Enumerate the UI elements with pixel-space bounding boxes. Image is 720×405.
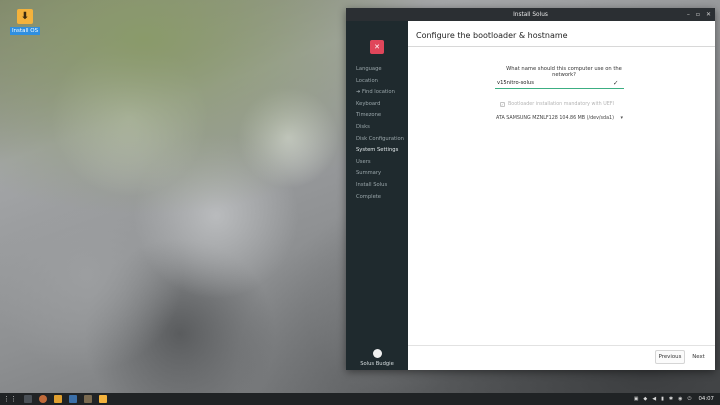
- step-language: Language: [356, 66, 382, 72]
- solus-logo-icon: [372, 349, 382, 358]
- valid-check-icon: ✓: [613, 79, 619, 87]
- minimize-icon[interactable]: –: [687, 11, 690, 18]
- step-system-settings: System Settings: [356, 147, 399, 154]
- step-list: Language Location ➜ Find location Keyboa…: [356, 64, 404, 203]
- desktop-icon-label: Install OS: [9, 27, 41, 35]
- step-install-solus: Install Solus: [356, 181, 388, 188]
- music-app-icon[interactable]: [54, 395, 62, 403]
- network-icon[interactable]: ◉: [678, 396, 682, 402]
- footer-divider: [408, 345, 715, 346]
- installer-sidebar: ✕ Language Location ➜ Find location Keyb…: [346, 21, 408, 370]
- brand-label: Solus Budgie: [360, 361, 394, 367]
- window-title: Install Solus: [513, 11, 548, 18]
- bluetooth-icon[interactable]: ✱: [669, 396, 673, 402]
- hostname-field-wrapper: ✓: [495, 78, 624, 89]
- browser-app-icon[interactable]: [39, 395, 47, 403]
- sidebar-brand: Solus Budgie: [346, 349, 408, 367]
- step-summary: Summary: [356, 170, 382, 177]
- step-disk-configuration: Disk Configuration: [356, 135, 404, 142]
- bottom-panel: ⋮⋮ ▣ ◆ ◀ ▮ ✱ ◉ ⏻ 04:07: [0, 393, 720, 405]
- installer-taskbar-icon[interactable]: [99, 395, 107, 403]
- installer-logo-icon: ✕: [370, 40, 384, 54]
- installer-content: Configure the bootloader & hostname What…: [408, 21, 715, 370]
- step-complete: Complete: [356, 193, 382, 200]
- close-icon[interactable]: ✕: [706, 11, 711, 18]
- hostname-input[interactable]: [495, 80, 613, 86]
- documents-app-icon[interactable]: [84, 395, 92, 403]
- battery-icon[interactable]: ▮: [661, 396, 664, 402]
- volume-icon[interactable]: ◀: [652, 396, 656, 402]
- download-icon: ⬇: [17, 9, 33, 24]
- checkbox-check-icon: ✓: [500, 102, 505, 107]
- screenshot-icon[interactable]: ▣: [634, 396, 639, 402]
- window-titlebar[interactable]: Install Solus – ▫ ✕: [346, 8, 715, 21]
- bootloader-checkbox: ✓ Bootloader installation mandatory with…: [500, 102, 614, 107]
- step-timezone: Timezone: [356, 112, 382, 119]
- clock[interactable]: 04:07: [698, 396, 714, 402]
- desktop-icon-install-os[interactable]: ⬇ Install OS: [9, 9, 41, 35]
- dropdown-caret-icon: ▾: [620, 115, 623, 121]
- power-icon[interactable]: ⏻: [687, 396, 691, 402]
- page-title: Configure the bootloader & hostname: [416, 31, 568, 40]
- next-button[interactable]: Next: [687, 350, 710, 364]
- previous-button[interactable]: Previous: [655, 350, 685, 364]
- step-location: Location: [356, 77, 378, 84]
- step-keyboard: Keyboard: [356, 100, 381, 107]
- bootloader-disk-select[interactable]: ATA SAMSUNG MZNLF128 104.86 MB (/dev/sda…: [496, 113, 623, 123]
- disk-selected-value: ATA SAMSUNG MZNLF128 104.86 MB (/dev/sda…: [496, 115, 614, 121]
- notification-icon[interactable]: ◆: [643, 396, 647, 402]
- software-center-icon[interactable]: [69, 395, 77, 403]
- step-find-location: ➜ Find location: [356, 89, 395, 96]
- files-app-icon[interactable]: [24, 395, 32, 403]
- step-users: Users: [356, 158, 371, 165]
- app-menu-icon[interactable]: ⋮⋮: [3, 395, 17, 403]
- maximize-icon[interactable]: ▫: [696, 11, 700, 18]
- installer-window: Install Solus – ▫ ✕ ✕ Language Location …: [346, 8, 715, 370]
- bootloader-label: Bootloader installation mandatory with U…: [508, 102, 614, 107]
- step-disks: Disks: [356, 123, 370, 130]
- hostname-question: What name should this computer use on th…: [506, 66, 622, 78]
- title-divider: [408, 46, 715, 47]
